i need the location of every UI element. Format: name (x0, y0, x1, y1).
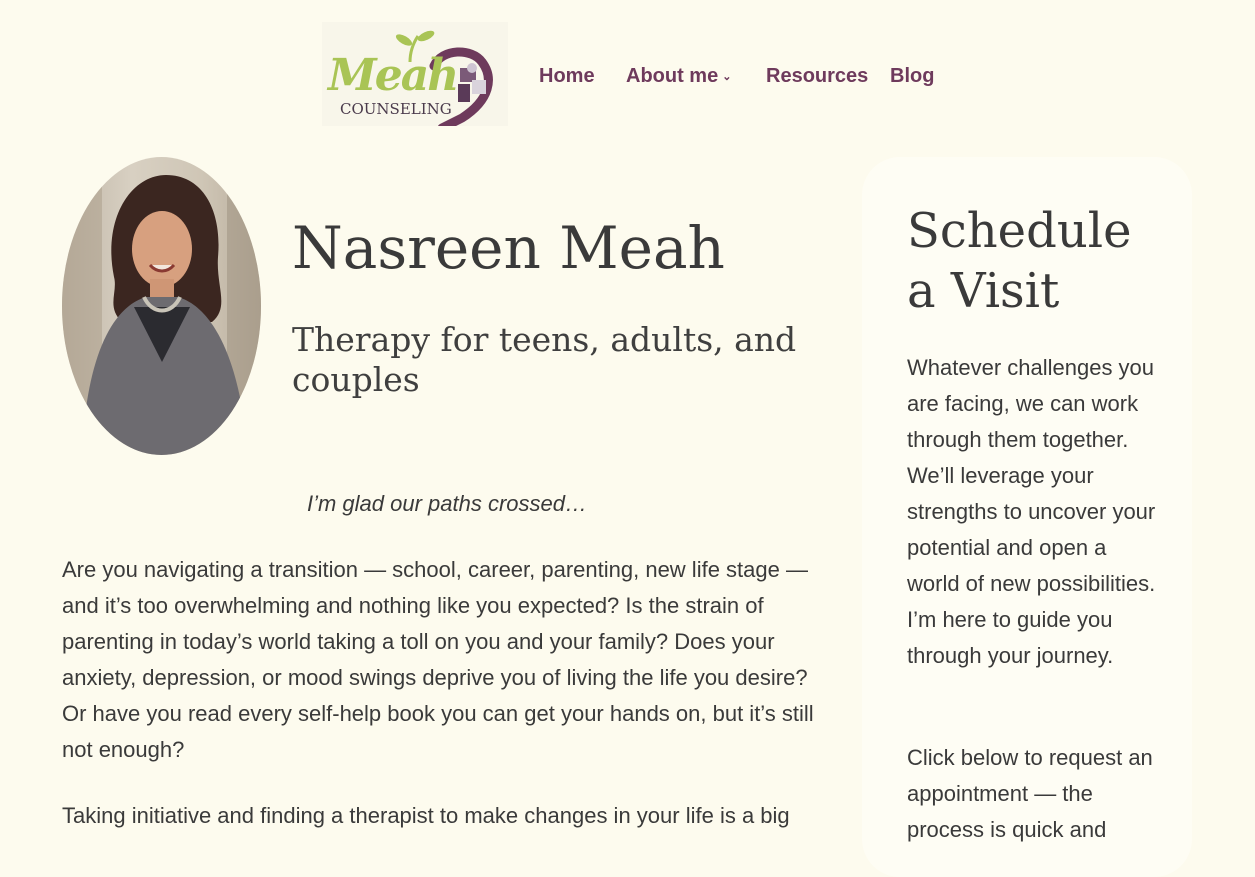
nav-about-me-label: About me (626, 65, 719, 87)
logo-word: Meah (328, 50, 459, 101)
nav-home[interactable]: Home (539, 62, 595, 90)
nav-blog[interactable]: Blog (890, 62, 934, 90)
schedule-title: Schedule a Visit (907, 203, 1132, 319)
intro-text: I’m glad our paths crossed… (306, 491, 588, 516)
tagline: Therapy for teens, adults, and couples (292, 320, 797, 399)
chevron-down-icon: ⌄ (722, 71, 732, 83)
nav-about-me[interactable]: About me ⌄ (626, 62, 731, 93)
body-paragraph-1: Are you navigating a transition — school… (62, 557, 814, 762)
schedule-card: Schedule a Visit Whatever challenges you… (862, 157, 1192, 877)
schedule-text-1: Whatever challenges you are facing, we c… (907, 355, 1156, 668)
body-paragraph-2: Taking initiative and finding a therapis… (62, 803, 790, 828)
portrait-photo (62, 157, 261, 455)
logo-subtitle: COUNSELING (340, 100, 452, 118)
page-title: Nasreen Meah (292, 214, 725, 282)
portrait-illustration (62, 157, 261, 455)
nav-resources[interactable]: Resources (766, 62, 868, 90)
site-logo[interactable]: Meah COUNSELING (322, 22, 508, 126)
